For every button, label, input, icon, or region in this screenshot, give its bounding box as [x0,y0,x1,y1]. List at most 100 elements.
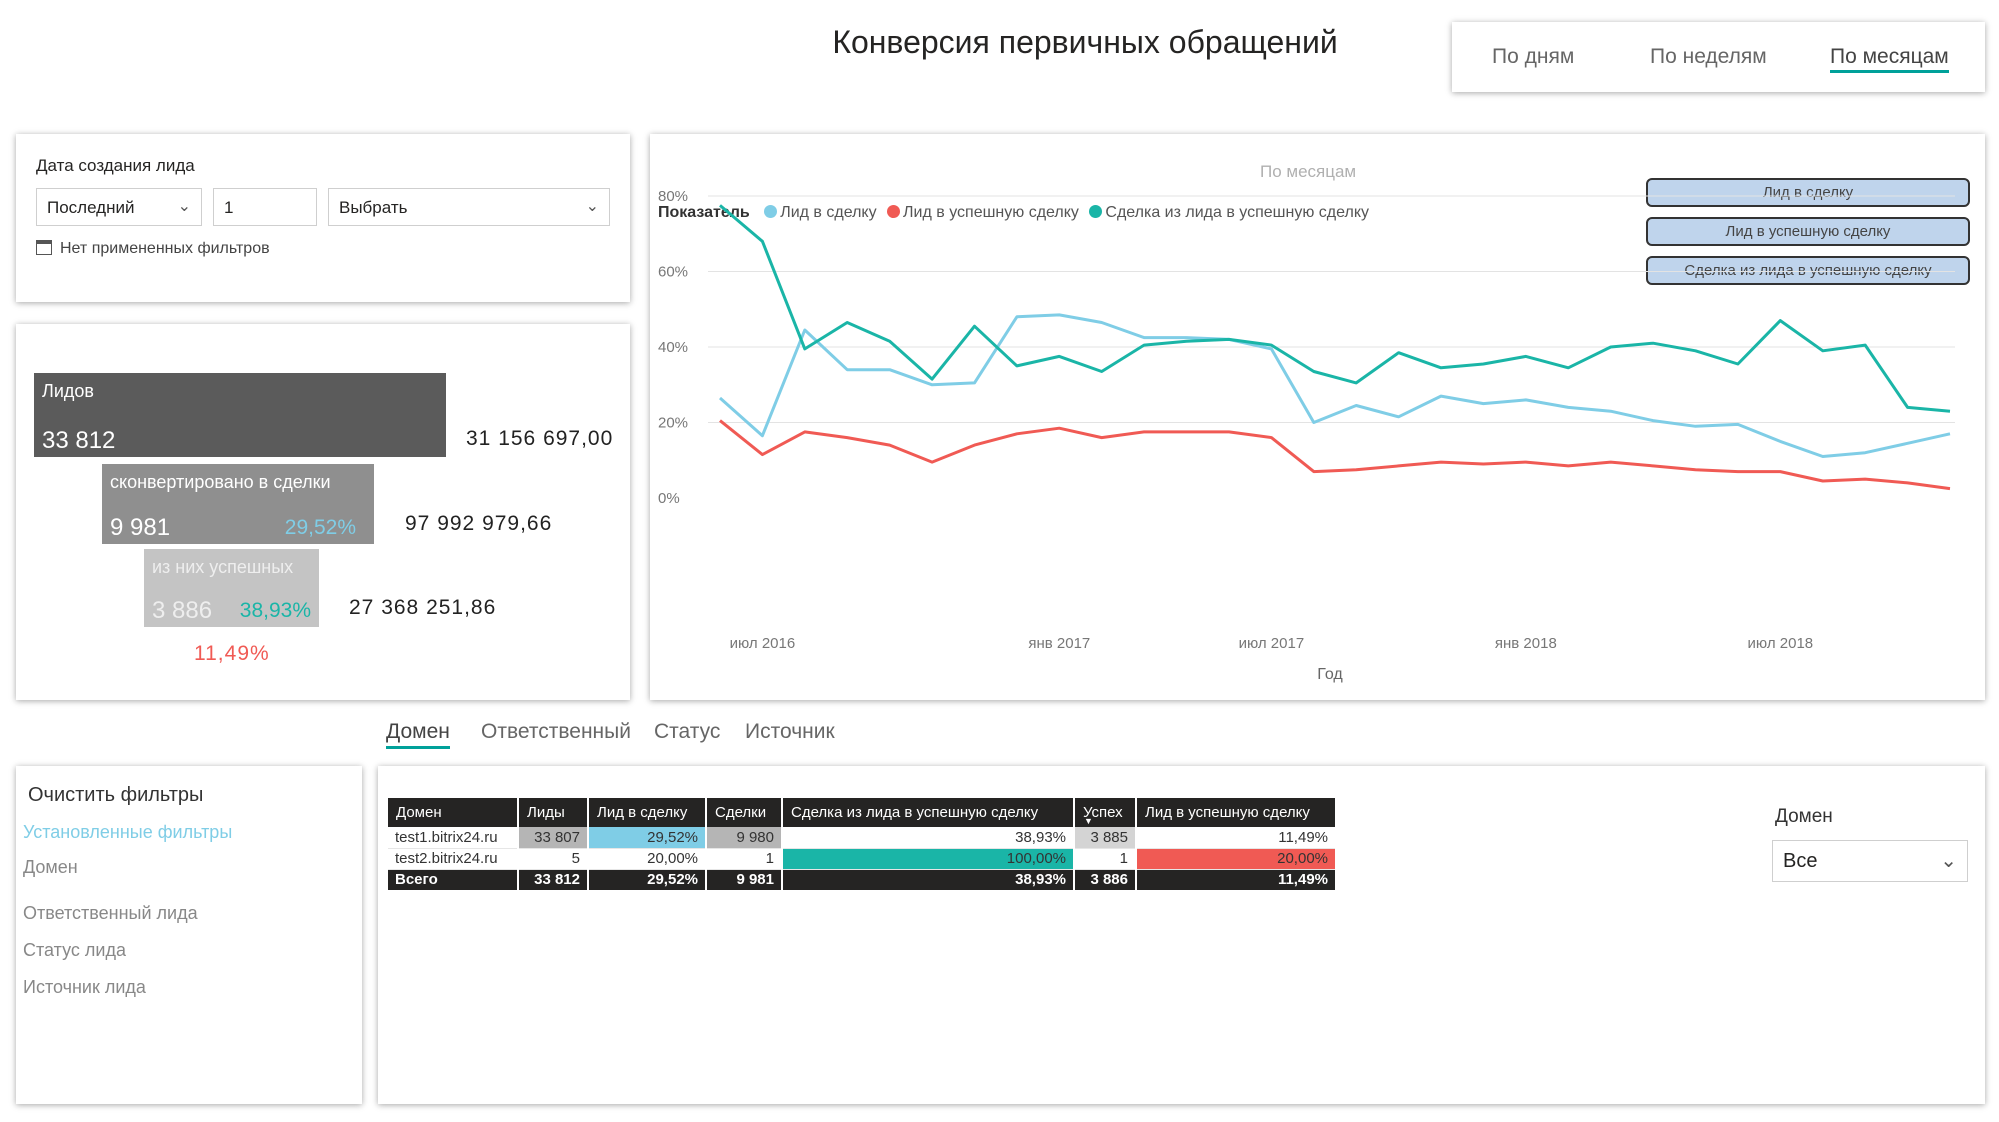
total-leads: 33 812 [518,869,589,890]
relative-period-select[interactable]: Последний ⌄ [36,188,202,226]
column-header-lead-to-won[interactable]: Лид в успешную сделку [1136,798,1337,827]
relative-period-value: Последний [47,198,135,217]
filter-status-text: Нет примененных фильтров [60,240,270,257]
date-filter-card: Дата создания лида Последний ⌄ 1 Выбрать… [16,134,630,302]
x-tick-label: июл 2017 [1239,635,1305,652]
calendar-icon [36,240,52,255]
tab-by-days[interactable]: По дням [1492,45,1574,69]
domain-slicer-value: Все [1783,850,1818,872]
series-button-deal-to-won-deal[interactable]: Сделка из лида в успешную сделку [1646,256,1970,285]
filter-title: Дата создания лида [36,156,195,175]
period-switcher: По дням По неделям По месяцам [1452,22,1985,92]
x-tick-label: июл 2018 [1748,635,1814,652]
funnel-value: 3 886 [152,597,213,624]
chevron-down-icon: ⌄ [1940,850,1957,872]
column-header-leads[interactable]: Лиды [518,798,589,827]
period-unit-select[interactable]: Выбрать ⌄ [328,188,610,226]
funnel-card: Лидов 33 812 31 156 697,00 сконвертирова… [16,324,630,700]
series-button-lead-to-deal[interactable]: Лид в сделку [1646,178,1970,207]
total-lead-to-won: 11,49% [1136,869,1337,890]
legend-dot-icon [764,205,778,218]
total-lead-to-deal: 29,52% [588,869,707,890]
column-header-lead-to-deal[interactable]: Лид в сделку [588,798,707,827]
conversion-chart-card: По месяцам Показатель Лид в сделку Лид в… [650,134,1985,700]
y-tick-label: 0% [658,490,680,507]
cell-domain: test2.bitrix24.ru [388,848,519,870]
cell-leads: 5 [518,848,589,870]
column-header-deal-to-won[interactable]: Сделка из лида в успешную сделку [782,798,1075,827]
legend-item: Лид в успешную сделку [903,204,1079,221]
funnel-value: 33 812 [42,427,116,454]
filter-status: Нет примененных фильтров [36,240,270,258]
cell-deal-to-won: 38,93% [782,827,1075,849]
applied-filters-link[interactable]: Установленные фильтры [23,822,232,843]
tab-responsible[interactable]: Ответственный [481,720,631,744]
funnel-pct: 29,52% [284,516,356,539]
cell-lead-to-deal: 20,00% [588,848,707,870]
chart-legend: Показатель Лид в сделку Лид в успешную с… [658,204,1373,222]
domain-slicer-label: Домен [1775,806,1833,827]
x-axis-label: Год [1317,666,1343,683]
cell-leads: 33 807 [518,827,589,849]
table-header-row: Домен Лиды Лид в сделку Сделки Сделка из… [388,798,1337,827]
y-tick-label: 40% [658,339,688,356]
series-line-1 [719,419,1951,491]
total-deals: 9 981 [706,869,783,890]
cell-lead-to-won: 20,00% [1136,848,1337,870]
funnel-label: Лидов [42,381,94,401]
total-success: 3 886 [1074,869,1137,890]
y-tick-label: 80% [658,188,688,205]
clear-filters-button[interactable]: Очистить фильтры [28,784,203,807]
y-tick-label: 20% [658,415,688,432]
cell-success: 3 885 [1074,827,1137,849]
cell-domain: test1.bitrix24.ru [388,827,519,849]
filter-item-source[interactable]: Источник лида [23,977,146,998]
filter-item-domain[interactable]: Домен [23,857,78,878]
funnel-amount: 27 368 251,86 [349,596,497,619]
funnel-value: 9 981 [110,514,171,541]
cell-deals: 9 980 [706,827,783,849]
table-row[interactable]: test1.bitrix24.ru 33 807 29,52% 9 980 38… [388,827,1337,849]
legend-item: Сделка из лида в успешную сделку [1105,204,1370,221]
sort-desc-icon: ▼ [1084,816,1093,826]
column-header-success[interactable]: Успех ▼ [1074,798,1137,827]
tab-by-weeks[interactable]: По неделям [1650,45,1767,69]
chevron-down-icon: ⌄ [585,198,599,215]
cell-success: 1 [1074,848,1137,870]
cell-lead-to-deal: 29,52% [588,827,707,849]
tab-domain[interactable]: Домен [386,720,450,749]
funnel-bar-leads: Лидов 33 812 [34,373,446,457]
legend-dot-icon [1089,205,1103,218]
legend-item: Лид в сделку [780,204,877,221]
series-button-lead-to-won-deal[interactable]: Лид в успешную сделку [1646,217,1970,246]
domain-table-card: Домен Лиды Лид в сделку Сделки Сделка из… [378,766,1985,1104]
tab-status[interactable]: Статус [654,720,720,744]
table-row[interactable]: test2.bitrix24.ru 5 20,00% 1 100,00% 1 2… [388,848,1337,870]
tab-by-months[interactable]: По месяцам [1830,45,1949,73]
series-line-0 [719,313,1951,458]
period-count-input[interactable]: 1 [213,188,317,226]
chevron-down-icon: ⌄ [177,198,191,215]
period-unit-value: Выбрать [339,198,408,217]
filter-item-status[interactable]: Статус лида [23,940,126,961]
chart-subtitle: По месяцам [1260,162,1357,181]
tab-source[interactable]: Источник [745,720,835,744]
total-deal-to-won: 38,93% [782,869,1075,890]
filter-item-responsible[interactable]: Ответственный лида [23,903,198,924]
total-label: Всего [388,869,519,890]
column-header-domain[interactable]: Домен [388,798,519,827]
domain-table: Домен Лиды Лид в сделку Сделки Сделка из… [388,798,1337,890]
cell-deal-to-won: 100,00% [782,848,1075,870]
x-tick-label: янв 2018 [1495,635,1557,652]
x-tick-label: янв 2017 [1028,635,1090,652]
funnel-overall-pct: 11,49% [194,642,270,665]
funnel-bar-successful: из них успешных 3 886 38,93% [144,549,319,627]
funnel-label: из них успешных [152,557,294,577]
funnel-bar-converted: сконвертировано в сделки 9 981 29,52% [102,464,374,544]
funnel-amount: 31 156 697,00 [466,427,614,450]
column-header-deals[interactable]: Сделки [706,798,783,827]
domain-slicer-select[interactable]: Все ⌄ [1772,840,1968,882]
x-tick-label: июл 2016 [730,635,796,652]
cell-deals: 1 [706,848,783,870]
funnel-label: сконвертировано в сделки [110,472,331,492]
